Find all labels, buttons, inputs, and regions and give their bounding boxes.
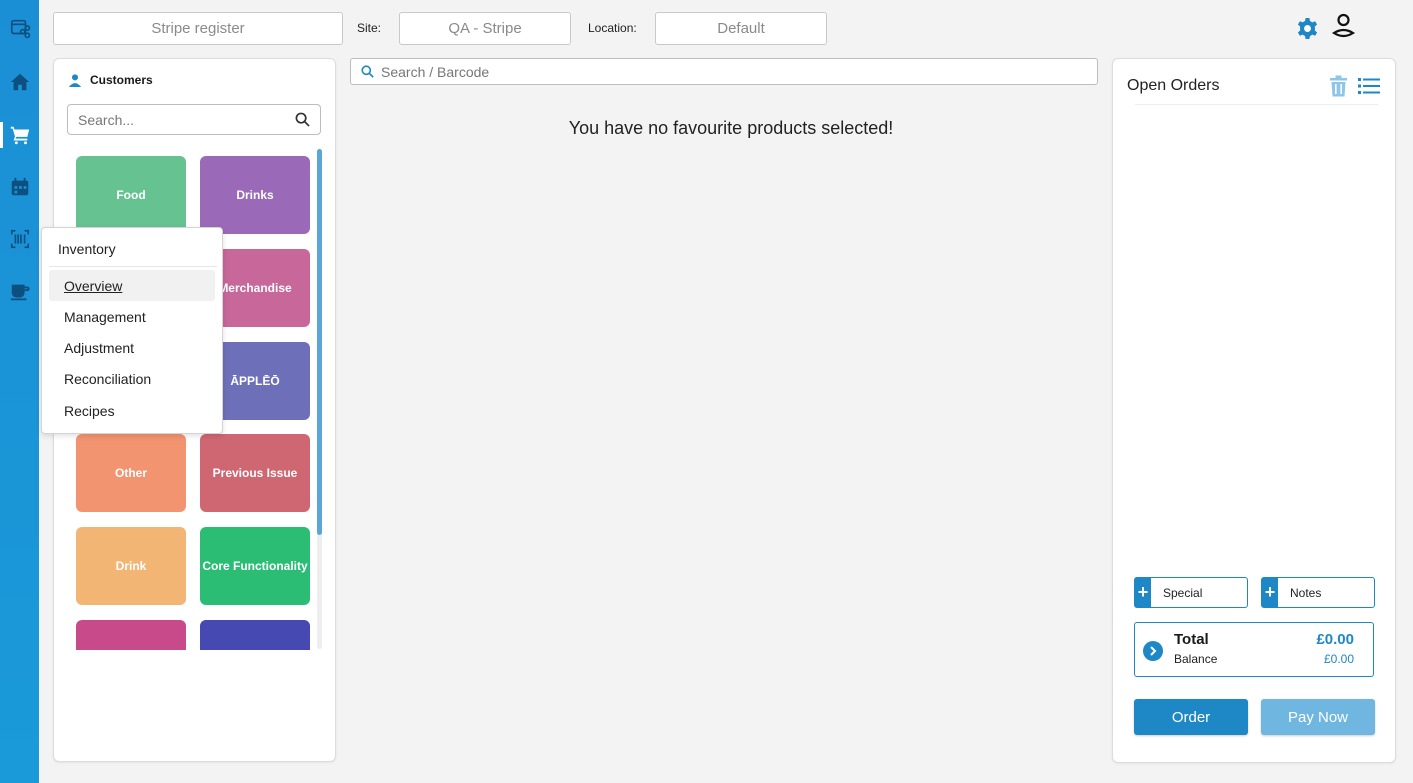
nav-rail [0,0,39,783]
barcode-icon[interactable] [8,227,32,251]
location-field[interactable]: Default [655,12,827,45]
pay-now-button[interactable]: Pay Now [1261,699,1375,735]
menu-item-label: Reconciliation [64,370,152,387]
category-tile[interactable]: Drink [76,527,186,605]
gear-icon[interactable] [1296,17,1319,40]
coffee-cup-icon[interactable] [8,280,32,304]
orders-divider [1135,104,1378,105]
menu-item-reconciliation[interactable]: Reconciliation [49,363,215,394]
site-label: Site: [357,21,382,35]
customer-search-input[interactable]: Search... [67,104,321,135]
menu-item-label: Adjustment [64,339,135,356]
menu-item-label: Management [64,308,146,325]
menu-divider [49,266,217,267]
customers-title: Customers [90,73,153,87]
calendar-icon[interactable] [8,175,32,199]
plus-icon: + [1262,578,1278,607]
user-profile-icon[interactable] [1331,13,1356,40]
empty-favourites-message: You have no favourite products selected! [568,118,894,138]
category-tile[interactable]: Drinks [200,156,310,234]
category-tile[interactable]: Previous Issue [200,434,310,512]
open-orders-title: Open Orders [1127,77,1220,94]
home-icon[interactable] [8,70,32,94]
open-orders-panel: Open Orders + Special + Notes Total £0.0… [1112,58,1396,763]
menu-item-overview[interactable]: Overview [49,270,215,301]
notes-button-label: Notes [1290,585,1322,600]
register-field[interactable]: Stripe register [53,12,343,45]
person-icon [68,74,82,87]
category-tile[interactable]: Core Functionality [200,527,310,605]
scrollbar-thumb[interactable] [317,149,322,535]
search-icon[interactable] [295,112,310,127]
cart-icon[interactable] [8,123,32,147]
category-tile[interactable]: Food [76,156,186,234]
order-button[interactable]: Order [1134,699,1248,735]
category-tile[interactable]: Other [76,434,186,512]
chevron-right-icon[interactable] [1143,641,1163,661]
inventory-menu-title: Inventory [58,241,116,257]
special-button-label: Special [1163,585,1203,600]
plus-icon: + [1135,578,1151,607]
product-search-input[interactable]: Search / Barcode [350,58,1098,85]
special-button[interactable]: + Special [1134,577,1248,608]
menu-item-management[interactable]: Management [49,301,215,332]
total-value: £0.00 [1316,631,1354,648]
category-scrollbar[interactable] [317,149,322,649]
customer-search-placeholder: Search... [78,111,135,128]
menu-item-recipes[interactable]: Recipes [49,395,215,426]
site-field[interactable]: QA - Stripe [399,12,571,45]
order-total-summary: Total £0.00 Balance £0.00 [1134,622,1374,677]
category-tile[interactable] [200,620,310,650]
menu-item-adjustment[interactable]: Adjustment [49,332,215,363]
product-search-placeholder: Search / Barcode [381,63,490,80]
menu-item-label: Recipes [64,402,115,419]
category-tile[interactable] [76,620,186,650]
search-icon [361,65,374,78]
balance-label: Balance [1174,652,1218,666]
list-icon[interactable] [1358,76,1380,96]
location-label: Location: [588,21,637,35]
active-indicator [0,122,3,148]
menu-item-label: Overview [64,277,123,294]
trash-icon[interactable] [1328,75,1349,97]
total-label: Total [1174,631,1209,648]
notes-button[interactable]: + Notes [1261,577,1375,608]
inventory-menu: Inventory Overview Management Adjustment… [41,227,223,434]
app-logo-icon[interactable] [8,16,32,40]
customers-header[interactable]: Customers [68,73,153,87]
balance-value: £0.00 [1323,652,1354,666]
